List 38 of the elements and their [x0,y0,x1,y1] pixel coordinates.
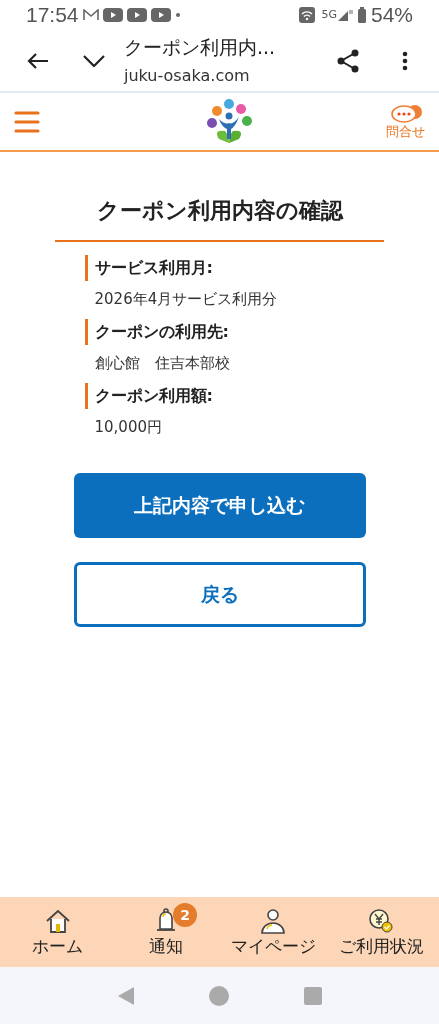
more-button[interactable] [401,49,409,72]
battery-percent: 54% [370,2,413,29]
field-label: サービス利用月: [84,255,355,281]
person-icon [259,907,288,935]
field-label: クーポン利用額: [84,383,355,409]
field-value: 創心館 住吉本部校 [93,353,231,373]
page-title: クーポン利用内... [124,34,276,60]
video-icon [102,8,123,22]
share-button[interactable] [335,47,361,74]
share-icon [336,48,360,73]
notification-badge: 2 [173,903,198,927]
video-icon [126,8,147,22]
field-value: 2026年4月サービス利用分 [93,289,279,309]
mail-icon [82,9,99,21]
field-value: 10,000円 [93,417,163,437]
back-link-button[interactable]: 戻る [73,562,366,627]
field-label: クーポンの利用先: [84,319,355,345]
signal-icon [336,8,353,22]
back-arrow-icon [27,51,49,70]
wifi-icon [299,7,316,23]
yen-coin-icon [367,907,396,935]
chevron-down-icon [83,54,105,67]
section-title: クーポン利用内容の確認 [96,197,343,225]
nav-tab[interactable]: ホーム [5,907,111,957]
logo-icon [205,98,255,145]
submit-button[interactable]: 上記内容で申し込む [73,473,366,538]
status-time: 17:54 [26,2,79,29]
network-label: 5G [321,6,337,23]
nav-tab[interactable]: マイページ [220,907,326,957]
menu-icon [14,110,40,133]
more-icon [402,50,408,71]
video-icon [150,8,171,22]
chat-bubbles-icon [388,104,423,124]
nav-tab[interactable]: ご利用状況 [328,907,434,957]
battery-icon [356,7,367,23]
dot-icon [174,12,181,18]
url-text: juku-osaka.com [124,64,250,87]
menu-button[interactable] [14,108,40,135]
